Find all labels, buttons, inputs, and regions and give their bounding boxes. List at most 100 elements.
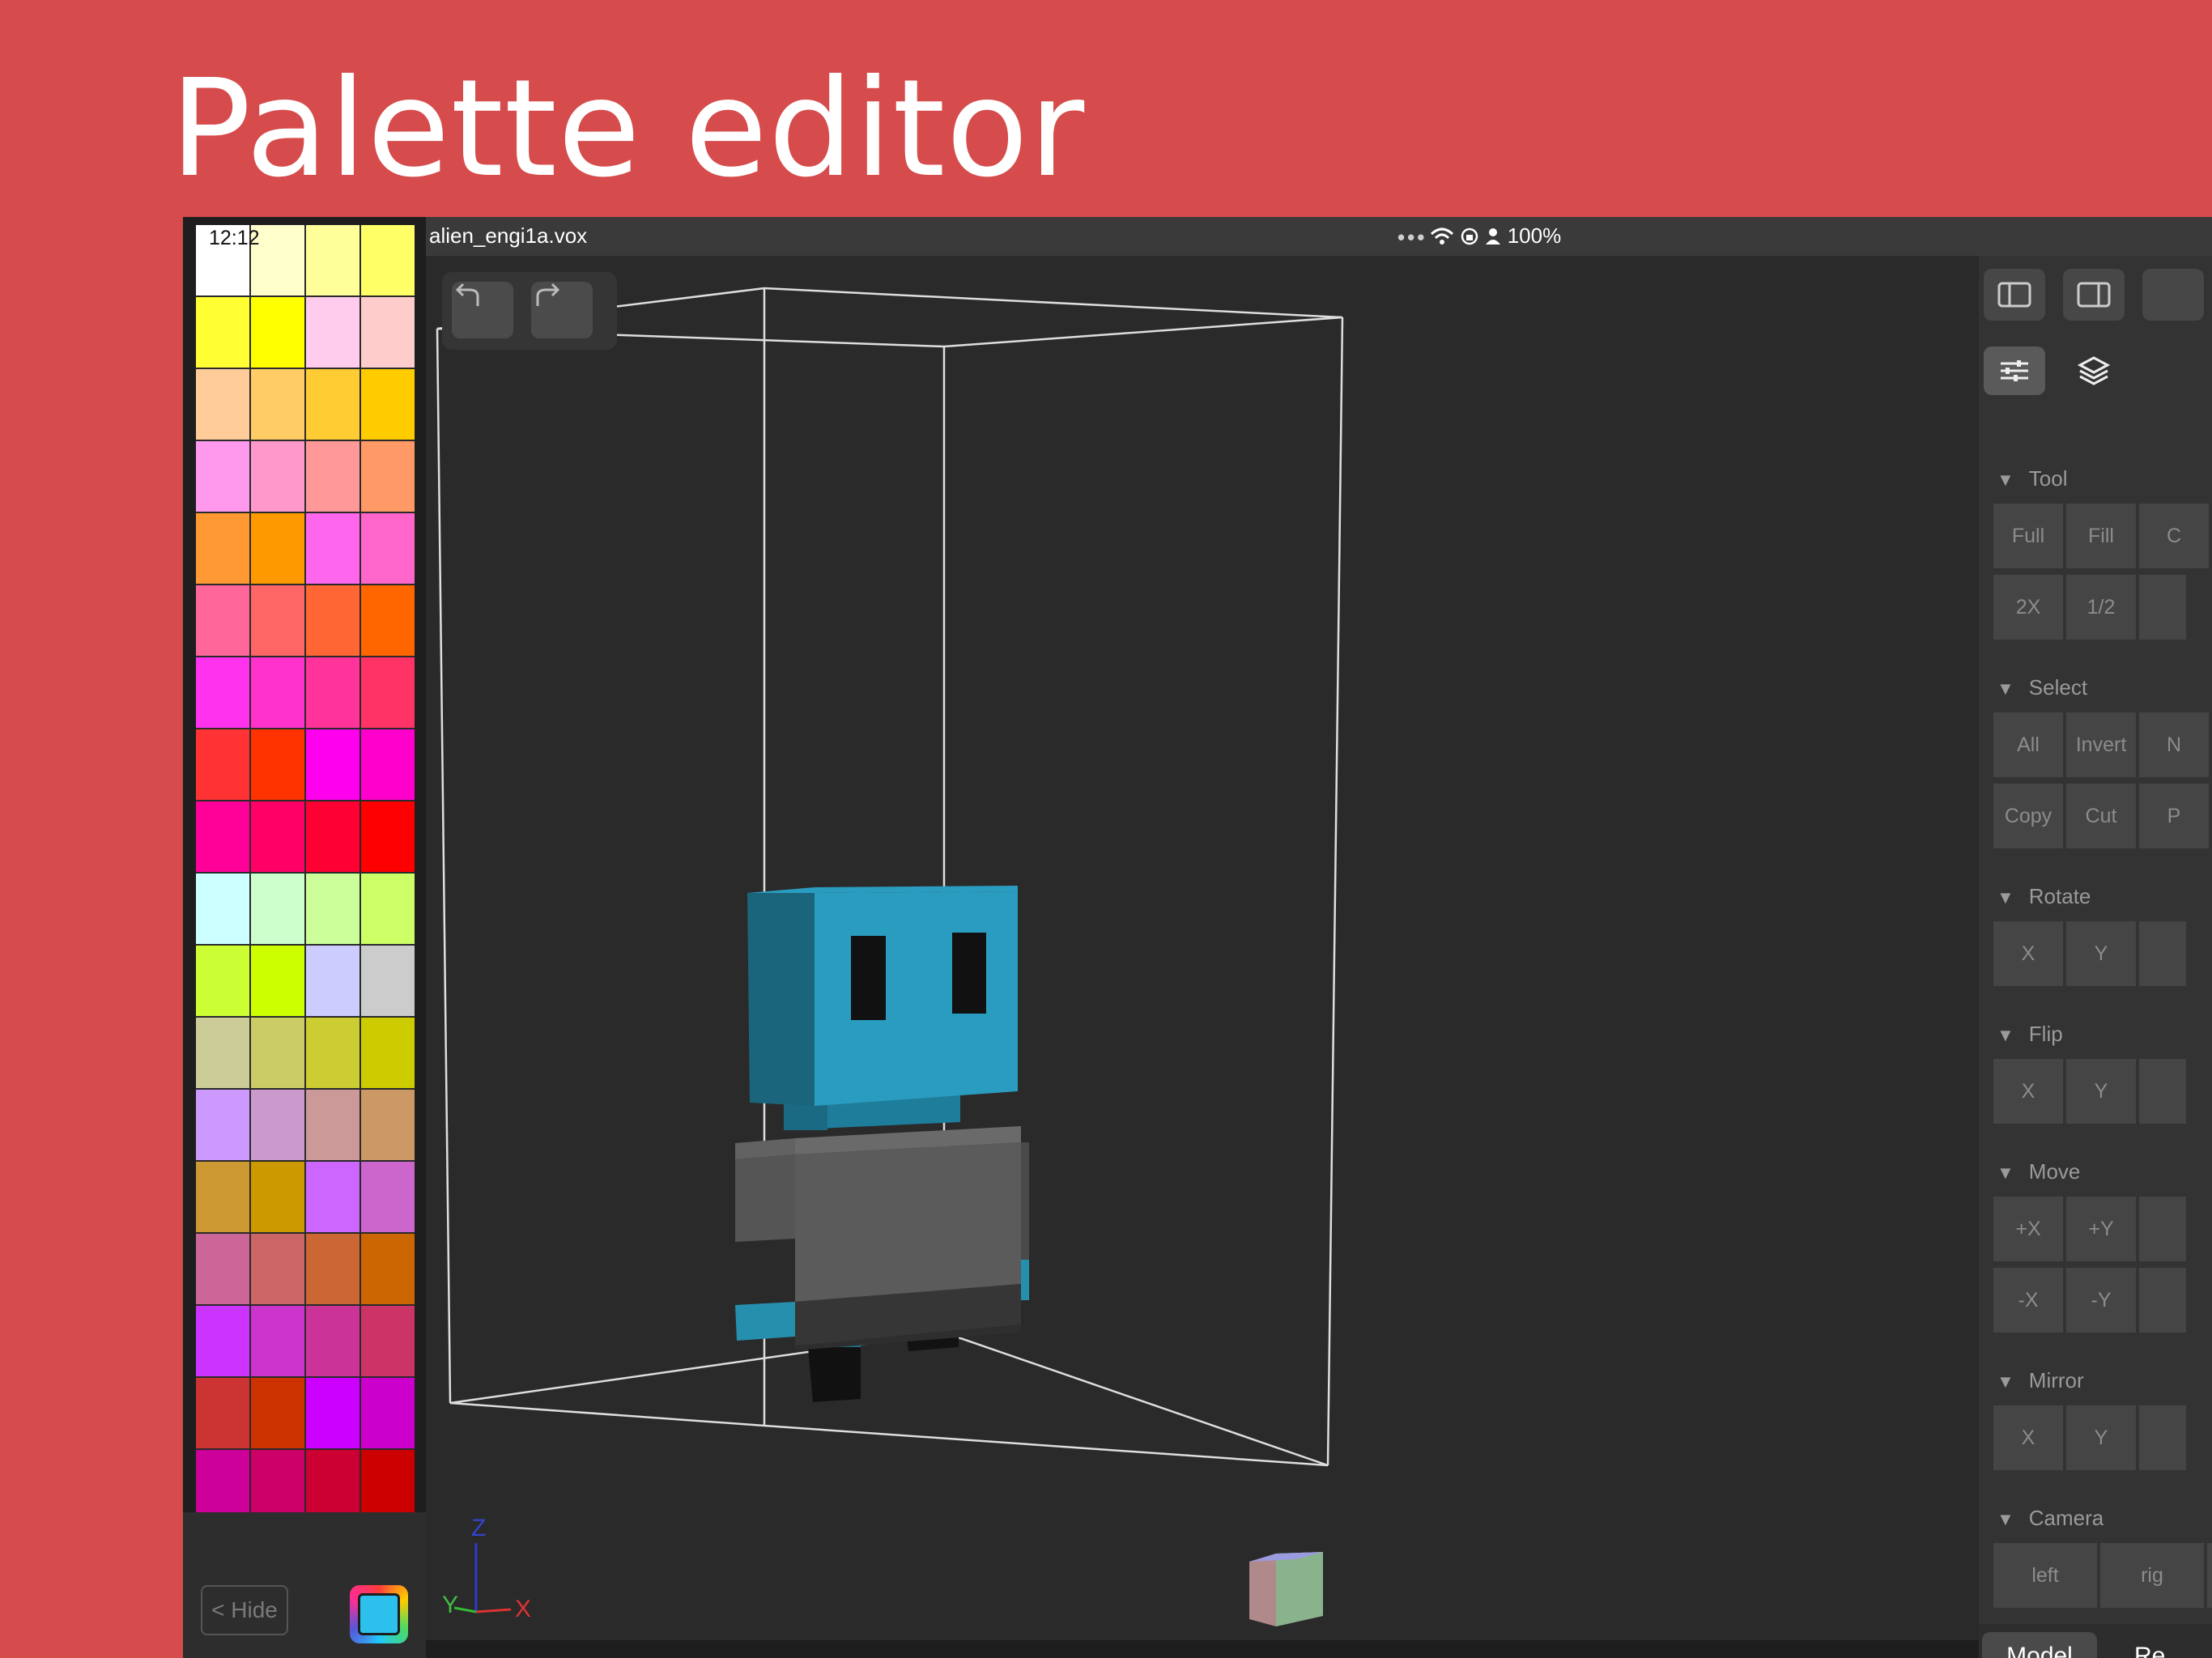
section-title-flip[interactable]: ▼ Flip: [1997, 1022, 2063, 1047]
palette-swatch[interactable]: [361, 297, 415, 368]
inspector-button[interactable]: X: [1993, 1405, 2065, 1470]
section-title-mirror[interactable]: ▼ Mirror: [1997, 1368, 2084, 1393]
palette-swatch[interactable]: [306, 441, 359, 512]
inspector-button[interactable]: All: [1993, 712, 2065, 777]
voxel-viewport[interactable]: Z X Y: [426, 256, 1979, 1640]
palette-swatch[interactable]: [196, 801, 249, 872]
palette-swatch[interactable]: [361, 1018, 415, 1088]
inspector-button[interactable]: rig: [2100, 1543, 2206, 1608]
palette-swatch[interactable]: [361, 1378, 415, 1448]
inspector-button[interactable]: left: [1993, 1543, 2099, 1608]
palette-swatch[interactable]: [306, 369, 359, 440]
section-title-rotate[interactable]: ▼ Rotate: [1997, 884, 2091, 909]
section-title-select[interactable]: ▼ Select: [1997, 675, 2087, 700]
inspector-button[interactable]: Invert: [2066, 712, 2138, 777]
palette-swatch[interactable]: [196, 1306, 249, 1376]
palette-swatch[interactable]: [361, 874, 415, 944]
inspector-button-overflow[interactable]: [2139, 1268, 2188, 1333]
palette-swatch[interactable]: [306, 513, 359, 584]
inspector-button[interactable]: Cut: [2066, 784, 2138, 848]
undo-button[interactable]: [452, 282, 513, 338]
inspector-button-overflow[interactable]: [2207, 1543, 2212, 1608]
inspector-button-overflow[interactable]: [2139, 921, 2188, 986]
palette-swatch[interactable]: [251, 369, 304, 440]
inspector-button[interactable]: C: [2139, 504, 2210, 568]
inspector-button[interactable]: 2X: [1993, 575, 2065, 640]
palette-swatch[interactable]: [196, 369, 249, 440]
palette-swatch[interactable]: [361, 513, 415, 584]
palette-swatch[interactable]: [361, 369, 415, 440]
palette-swatch[interactable]: [196, 729, 249, 800]
section-title-move[interactable]: ▼ Move: [1997, 1159, 2080, 1184]
palette-swatch[interactable]: [196, 657, 249, 728]
color-picker-button[interactable]: [350, 1585, 408, 1643]
palette-swatch[interactable]: [361, 1306, 415, 1376]
palette-swatch[interactable]: [251, 946, 304, 1016]
palette-swatch[interactable]: [251, 1306, 304, 1376]
palette-swatch[interactable]: [196, 874, 249, 944]
palette-swatch[interactable]: [361, 657, 415, 728]
inspector-button[interactable]: P: [2139, 784, 2210, 848]
inspector-button[interactable]: -X: [1993, 1268, 2065, 1333]
inspector-button-overflow[interactable]: [2139, 575, 2188, 640]
palette-swatch[interactable]: [306, 585, 359, 656]
inspector-button[interactable]: X: [1993, 1059, 2065, 1124]
inspector-button-overflow[interactable]: [2139, 1197, 2188, 1261]
hide-palette-button[interactable]: < Hide: [201, 1585, 288, 1635]
redo-button[interactable]: [531, 282, 593, 338]
palette-swatch[interactable]: [361, 1162, 415, 1232]
palette-swatch[interactable]: [306, 1018, 359, 1088]
right-sidebar-toggle[interactable]: [2063, 269, 2125, 321]
inspector-button[interactable]: Y: [2066, 1405, 2138, 1470]
palette-swatch[interactable]: [196, 1162, 249, 1232]
palette-swatch[interactable]: [361, 801, 415, 872]
palette-swatch[interactable]: [306, 297, 359, 368]
palette-swatch[interactable]: [251, 801, 304, 872]
palette-swatch[interactable]: [361, 441, 415, 512]
inspector-button[interactable]: N: [2139, 712, 2210, 777]
palette-swatch[interactable]: [251, 1018, 304, 1088]
palette-swatch[interactable]: [361, 729, 415, 800]
palette-swatch[interactable]: [196, 946, 249, 1016]
inspector-button[interactable]: -Y: [2066, 1268, 2138, 1333]
palette-swatch[interactable]: [251, 297, 304, 368]
palette-swatch[interactable]: [306, 1234, 359, 1304]
inspector-button[interactable]: Y: [2066, 1059, 2138, 1124]
palette-swatch[interactable]: [196, 441, 249, 512]
layers-tab-button[interactable]: [2063, 346, 2125, 395]
tab-model[interactable]: Model: [1982, 1632, 2097, 1658]
palette-swatch[interactable]: [196, 1234, 249, 1304]
inspector-button-overflow[interactable]: [2139, 1059, 2188, 1124]
palette-swatch[interactable]: [251, 657, 304, 728]
palette-swatch[interactable]: [306, 1378, 359, 1448]
palette-swatch[interactable]: [251, 874, 304, 944]
extra-toolbar-button[interactable]: [2142, 269, 2204, 321]
inspector-button[interactable]: 1/2: [2066, 575, 2138, 640]
palette-swatch[interactable]: [251, 729, 304, 800]
palette-swatch[interactable]: [361, 585, 415, 656]
inspector-button[interactable]: Fill: [2066, 504, 2138, 568]
inspector-button[interactable]: Y: [2066, 921, 2138, 986]
section-title-camera[interactable]: ▼ Camera: [1997, 1506, 2104, 1531]
inspector-button[interactable]: +X: [1993, 1197, 2065, 1261]
palette-swatch[interactable]: [306, 657, 359, 728]
section-title-tool[interactable]: ▼ Tool: [1997, 466, 2067, 491]
palette-swatch[interactable]: [306, 1090, 359, 1160]
palette-swatch[interactable]: [251, 513, 304, 584]
palette-swatch[interactable]: [306, 1162, 359, 1232]
palette-swatch[interactable]: [361, 1090, 415, 1160]
palette-swatch[interactable]: [196, 1378, 249, 1448]
palette-swatch[interactable]: [361, 225, 415, 295]
palette-swatch[interactable]: [306, 1450, 359, 1520]
palette-swatch[interactable]: [196, 513, 249, 584]
palette-swatch[interactable]: [361, 1234, 415, 1304]
palette-swatch[interactable]: [306, 729, 359, 800]
palette-swatch[interactable]: [306, 874, 359, 944]
inspector-button[interactable]: X: [1993, 921, 2065, 986]
palette-swatch[interactable]: [196, 585, 249, 656]
palette-swatch[interactable]: [361, 946, 415, 1016]
inspector-button[interactable]: +Y: [2066, 1197, 2138, 1261]
palette-swatch[interactable]: [251, 441, 304, 512]
inspector-button[interactable]: Copy: [1993, 784, 2065, 848]
palette-swatch[interactable]: [196, 1018, 249, 1088]
